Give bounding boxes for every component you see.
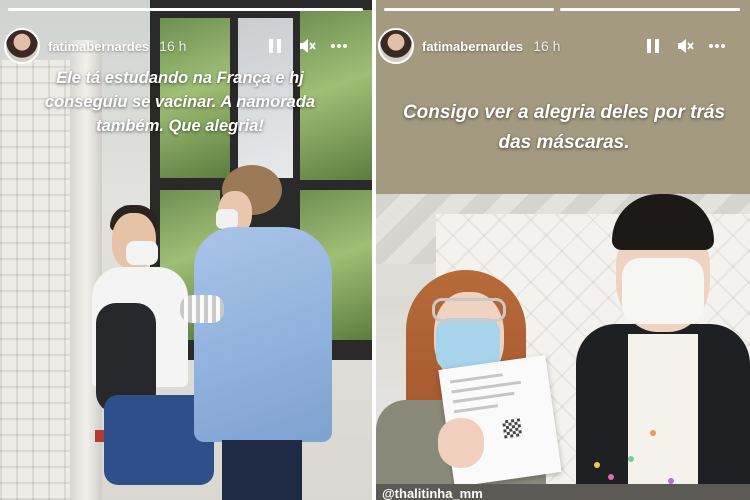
story-right[interactable]: @thalitinha_mm fatimabernardes 16 h Cons… — [376, 0, 750, 500]
blue-gown — [194, 227, 332, 442]
sparkle-sticker — [594, 462, 600, 468]
certificate-line — [449, 373, 503, 384]
face-mask — [126, 241, 158, 265]
sparkle-sticker — [628, 456, 634, 462]
speaker-muted-icon — [300, 39, 316, 53]
more-options-icon — [331, 44, 347, 48]
more-options-button[interactable] — [706, 36, 728, 56]
story-caption: Consigo ver a alegria deles por trás das… — [402, 102, 726, 153]
certificate-line — [452, 391, 515, 404]
face-mask — [216, 209, 238, 229]
certificate-line — [454, 404, 499, 414]
mute-button[interactable] — [296, 36, 318, 56]
glasses — [432, 298, 506, 322]
qr-code — [501, 418, 523, 439]
story-left[interactable]: fatimabernardes 16 h Ele tá estudando na… — [0, 0, 372, 500]
hair — [612, 194, 714, 250]
pause-icon — [269, 39, 281, 53]
more-options-icon — [709, 44, 725, 48]
striped-sleeve — [180, 295, 224, 323]
more-options-button[interactable] — [328, 36, 350, 56]
post-time: 16 h — [159, 38, 187, 54]
story-controls — [264, 36, 350, 56]
username[interactable]: fatimabernardes — [422, 39, 523, 54]
story-progress-fill — [384, 8, 554, 11]
nurse — [180, 165, 345, 500]
story-header: fatimabernardes 16 h — [378, 26, 560, 66]
story-progress-bar — [8, 8, 363, 11]
profile-avatar[interactable] — [4, 28, 40, 64]
white-mask — [622, 258, 704, 324]
speaker-muted-icon — [678, 39, 694, 53]
story-progress-bar — [384, 8, 554, 11]
mention-tag[interactable]: @thalitinha_mm — [382, 486, 483, 500]
post-time: 16 h — [533, 38, 561, 54]
profile-avatar[interactable] — [378, 28, 414, 64]
username[interactable]: fatimabernardes — [48, 39, 149, 54]
mute-button[interactable] — [674, 36, 696, 56]
story-header: fatimabernardes 16 h — [4, 26, 186, 66]
story-progress-fill — [8, 8, 363, 11]
pause-button[interactable] — [264, 36, 286, 56]
masked-man — [576, 194, 750, 500]
white-tshirt — [628, 334, 698, 500]
sparkle-sticker — [608, 474, 614, 480]
story-progress-fill — [560, 8, 740, 11]
dark-pants — [222, 440, 302, 500]
sparkle-sticker — [650, 430, 656, 436]
story-controls — [642, 36, 728, 56]
pause-button[interactable] — [642, 36, 664, 56]
story-progress-bar — [560, 8, 740, 11]
pause-icon — [647, 39, 659, 53]
hand — [438, 418, 484, 468]
story-caption: Ele tá estudando na França e hj consegui… — [44, 69, 316, 135]
